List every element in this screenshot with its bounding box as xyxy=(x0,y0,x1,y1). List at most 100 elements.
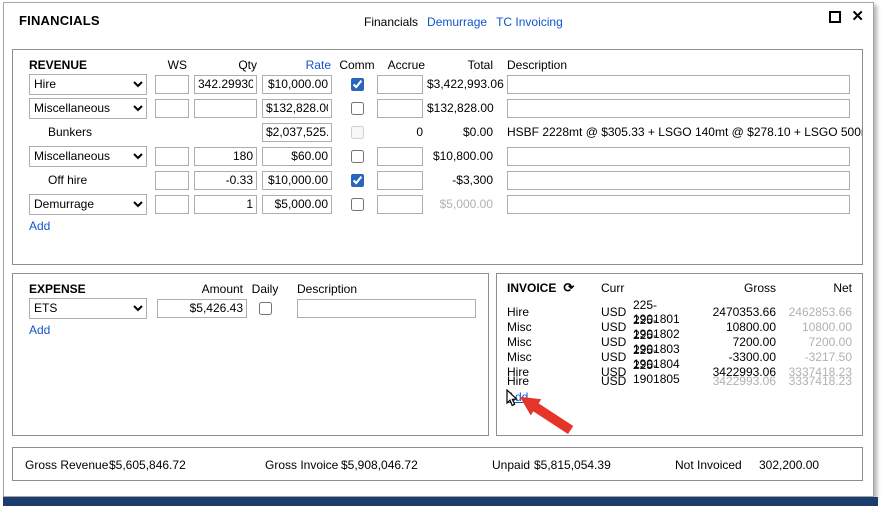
rate-input[interactable] xyxy=(262,195,332,214)
accrue-input[interactable] xyxy=(377,99,423,118)
financials-dialog: FINANCIALS FinancialsDemurrageTC Invoici… xyxy=(3,2,874,497)
description-input[interactable] xyxy=(507,75,850,94)
comm-column-header: Comm xyxy=(337,58,377,72)
description-input[interactable] xyxy=(507,99,850,118)
invoice-net: 10800.00 xyxy=(776,320,852,334)
comm-checkbox[interactable] xyxy=(351,102,364,115)
top-nav: Financials Demurrage TC Invoicing xyxy=(364,15,572,29)
qty-input[interactable] xyxy=(194,195,257,214)
description-column-header: Description xyxy=(493,58,862,72)
description-input[interactable] xyxy=(507,147,850,166)
ws-column-header: WS xyxy=(151,58,191,72)
comm-checkbox[interactable] xyxy=(351,198,364,211)
revenue-row: Demurrage $5,000.00 xyxy=(13,192,862,216)
accrue-column-header: Accrue xyxy=(377,58,427,72)
revenue-type-select[interactable]: Miscellaneous xyxy=(29,146,147,167)
invoice-net: 2462853.66 xyxy=(776,305,852,319)
rate-input[interactable] xyxy=(262,99,332,118)
expense-add-link[interactable]: Add xyxy=(29,323,50,337)
revenue-type-select[interactable]: Demurrage xyxy=(29,194,147,215)
close-icon[interactable]: ✕ xyxy=(851,11,864,23)
invoice-curr: USD xyxy=(601,320,633,334)
comm-checkbox[interactable] xyxy=(351,78,364,91)
revenue-type-label: Off hire xyxy=(29,173,151,187)
invoice-net: 7200.00 xyxy=(776,335,852,349)
rate-input[interactable] xyxy=(262,171,332,190)
revenue-header-row: REVENUE WS Qty Rate Comm Accrue Total De… xyxy=(13,55,862,72)
bunkers-description: HSBF 2228mt @ $305.33 + LSGO 140mt @ $27… xyxy=(493,125,862,139)
nav-financials[interactable]: Financials xyxy=(364,15,418,29)
invoice-header-row: INVOICE⟳ Curr Gross Net xyxy=(507,280,852,295)
gross-column-header: Gross xyxy=(688,281,776,295)
ws-input[interactable] xyxy=(155,147,189,166)
ws-input[interactable] xyxy=(155,75,189,94)
comm-checkbox[interactable] xyxy=(351,174,364,187)
rate-input[interactable] xyxy=(262,147,332,166)
revenue-type-select[interactable]: Miscellaneous xyxy=(29,98,147,119)
invoice-type: Misc xyxy=(507,320,601,334)
invoice-gross: 7200.00 xyxy=(688,335,776,349)
accrue-input[interactable] xyxy=(377,195,423,214)
rate-column-link[interactable]: Rate xyxy=(261,58,337,72)
qty-input[interactable] xyxy=(194,99,257,118)
refresh-icon[interactable]: ⟳ xyxy=(563,280,574,295)
row-total: $3,422,993.06 xyxy=(427,77,493,91)
accrue-input[interactable] xyxy=(377,147,423,166)
qty-input[interactable] xyxy=(194,147,257,166)
revenue-add-link[interactable]: Add xyxy=(29,219,50,233)
revenue-panel: REVENUE WS Qty Rate Comm Accrue Total De… xyxy=(12,49,863,265)
description-input[interactable] xyxy=(507,195,850,214)
daily-column-header: Daily xyxy=(247,282,283,296)
daily-checkbox[interactable] xyxy=(259,302,272,315)
gross-revenue-value: $5,605,846.72 xyxy=(109,458,186,472)
not-invoiced-value: 302,200.00 xyxy=(759,458,819,472)
maximize-icon[interactable] xyxy=(829,11,841,23)
expense-type-select[interactable]: ETS xyxy=(29,298,147,319)
invoice-add-link[interactable]: Add xyxy=(507,390,528,404)
qty-input[interactable] xyxy=(194,171,257,190)
invoice-curr: USD xyxy=(601,335,633,349)
row-total: $0.00 xyxy=(427,125,493,139)
comm-checkbox[interactable] xyxy=(351,150,364,163)
unpaid-label: Unpaid xyxy=(492,458,530,472)
gross-invoice-value: $5,908,046.72 xyxy=(341,458,418,472)
amount-input[interactable] xyxy=(157,299,247,318)
nav-tc-invoicing[interactable]: TC Invoicing xyxy=(496,15,563,29)
invoice-type: Misc xyxy=(507,335,601,349)
accrue-input[interactable] xyxy=(377,75,423,94)
invoice-panel: INVOICE⟳ Curr Gross Net Hire USD 225-190… xyxy=(496,273,863,436)
invoice-type: Misc xyxy=(507,350,601,364)
accrue-input[interactable] xyxy=(377,171,423,190)
comm-checkbox-disabled xyxy=(351,126,364,139)
revenue-row: Miscellaneous $10,800.00 xyxy=(13,144,862,168)
invoice-gross: 10800.00 xyxy=(688,320,776,334)
gross-invoice-label: Gross Invoice xyxy=(265,458,338,472)
revenue-type-select[interactable]: Hire xyxy=(29,74,147,95)
unpaid-value: $5,815,054.39 xyxy=(534,458,611,472)
description-input[interactable] xyxy=(297,299,476,318)
revenue-title: REVENUE xyxy=(29,58,151,72)
ws-input[interactable] xyxy=(155,195,189,214)
net-column-header: Net xyxy=(776,281,852,295)
invoice-curr: USD xyxy=(601,374,633,388)
total-column-header: Total xyxy=(427,58,493,72)
ws-input[interactable] xyxy=(155,171,189,190)
revenue-type-label: Bunkers xyxy=(29,125,151,139)
nav-demurrage[interactable]: Demurrage xyxy=(427,15,487,29)
window-bottom-edge xyxy=(3,497,878,506)
row-total: $10,800.00 xyxy=(427,149,493,163)
rate-input[interactable] xyxy=(262,123,332,142)
invoice-number: 225-1901805 xyxy=(633,358,688,386)
expense-panel: EXPENSE Amount Daily Description ETS Add xyxy=(12,273,489,436)
description-input[interactable] xyxy=(507,171,850,190)
accrue-value: 0 xyxy=(377,125,427,139)
invoice-net: 3337418.23 xyxy=(776,374,852,388)
rate-input[interactable] xyxy=(262,75,332,94)
invoice-curr: USD xyxy=(601,305,633,319)
window-controls: ✕ xyxy=(829,11,864,23)
ws-input[interactable] xyxy=(155,99,189,118)
expense-row: ETS xyxy=(13,296,488,320)
qty-input[interactable] xyxy=(194,75,257,94)
invoice-row: Hire USD 225-1901801 2470353.66 2462853.… xyxy=(507,298,852,313)
amount-column-header: Amount xyxy=(151,282,247,296)
